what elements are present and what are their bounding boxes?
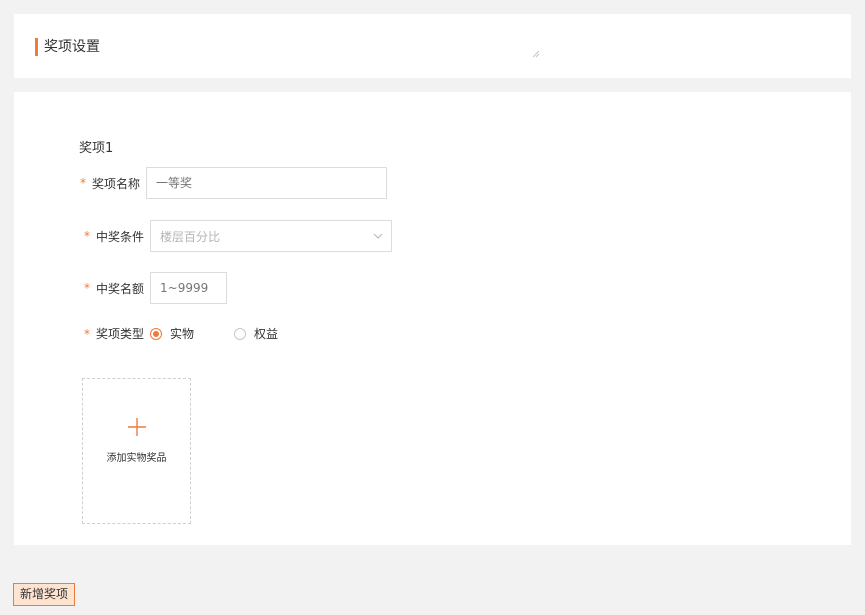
required-mark: * bbox=[84, 281, 90, 295]
condition-label: 中奖条件 bbox=[96, 229, 145, 244]
chevron-down-icon bbox=[373, 233, 383, 239]
condition-select[interactable]: 楼层百分比 bbox=[150, 220, 393, 252]
required-mark: * bbox=[84, 229, 90, 243]
prize-name-input[interactable] bbox=[146, 167, 388, 199]
prize-name-label: 奖项名称 bbox=[92, 176, 141, 191]
radio-rights-label: 权益 bbox=[254, 327, 279, 341]
required-mark: * bbox=[84, 326, 90, 341]
radio-unchecked-icon bbox=[234, 327, 247, 340]
condition-row: * 中奖条件 楼层百分比 bbox=[84, 220, 393, 252]
header-accent-bar bbox=[35, 38, 38, 56]
quota-input[interactable] bbox=[150, 272, 228, 304]
radio-physical[interactable]: 实物 bbox=[150, 325, 194, 342]
section-header: 奖项设置 bbox=[14, 14, 851, 78]
prize-card: 奖项1 * 奖项名称 * 中奖条件 楼层百分比 * 中奖名额 * 奖项类型 实物 bbox=[14, 92, 851, 545]
radio-physical-label: 实物 bbox=[170, 327, 195, 341]
resize-handle-icon[interactable] bbox=[532, 50, 540, 58]
add-prize-button[interactable]: 新增奖项 bbox=[13, 583, 76, 606]
plus-icon bbox=[128, 418, 146, 436]
add-physical-prize-upload[interactable]: 添加实物奖品 bbox=[82, 378, 191, 524]
prize-title: 奖项1 bbox=[79, 141, 114, 156]
radio-rights[interactable]: 权益 bbox=[234, 325, 278, 342]
required-mark: * bbox=[80, 176, 86, 190]
radio-checked-icon bbox=[150, 327, 163, 340]
upload-label: 添加实物奖品 bbox=[106, 453, 167, 464]
quota-row: * 中奖名额 bbox=[84, 272, 228, 304]
page-title: 奖项设置 bbox=[44, 39, 100, 55]
prize-name-row: * 奖项名称 bbox=[80, 167, 388, 199]
condition-selected-value: 楼层百分比 bbox=[160, 229, 221, 244]
prize-type-label: 奖项类型 bbox=[96, 327, 145, 341]
prize-type-radio-group: 实物 权益 bbox=[150, 325, 318, 342]
prize-type-row: * 奖项类型 实物 权益 bbox=[84, 325, 318, 342]
quota-label: 中奖名额 bbox=[96, 281, 145, 296]
